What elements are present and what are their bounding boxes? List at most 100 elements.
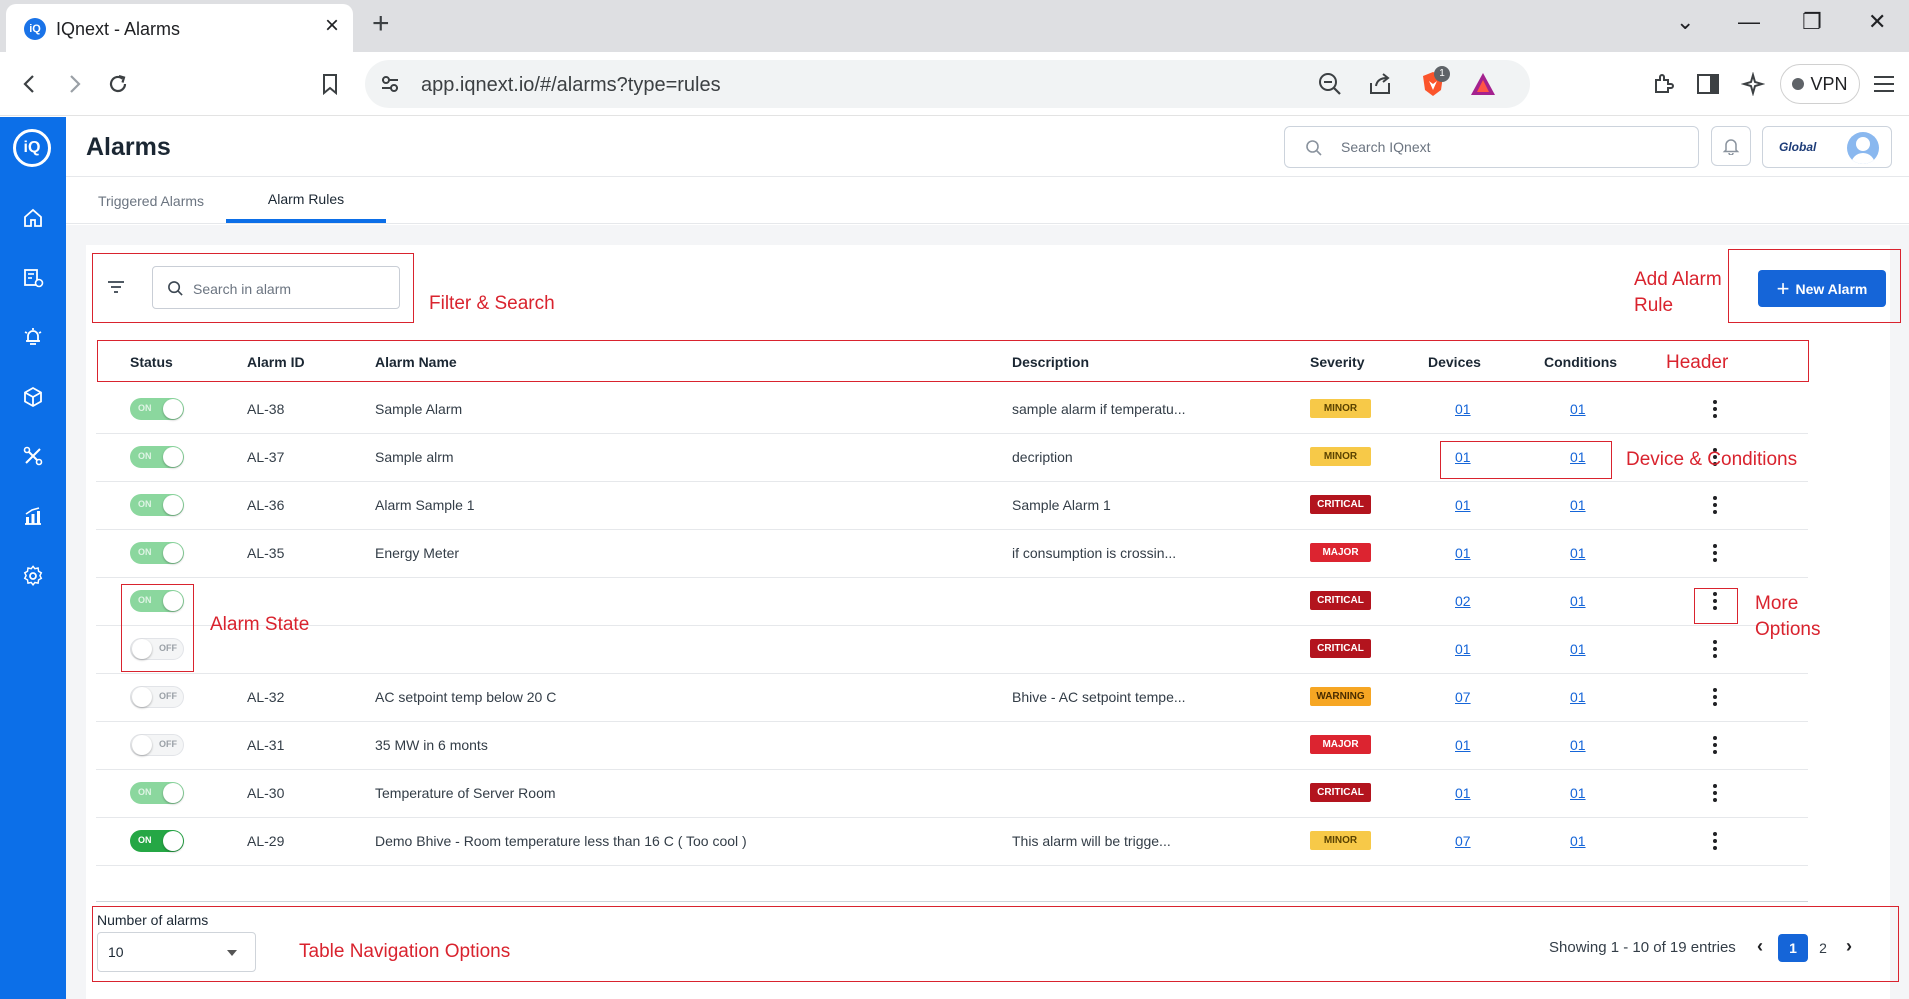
row-divider [96, 529, 1808, 530]
toggle-knob [163, 399, 183, 419]
site-settings-icon[interactable] [379, 73, 401, 100]
devices-link[interactable]: 01 [1455, 401, 1471, 417]
search-icon [1306, 140, 1322, 156]
vpn-status-icon [1792, 78, 1805, 90]
extensions-icon[interactable] [1645, 66, 1681, 102]
more-options-icon[interactable] [1705, 638, 1725, 660]
conditions-link[interactable]: 01 [1570, 593, 1586, 609]
forward-icon[interactable] [56, 66, 92, 102]
cube-icon[interactable] [13, 377, 53, 417]
address-bar[interactable]: app.iqnext.io/#/alarms?type=rules 1 [365, 60, 1530, 108]
annotation-filter-search: Filter & Search [429, 293, 555, 314]
row-divider [96, 769, 1808, 770]
home-icon[interactable] [13, 198, 53, 238]
tools-icon[interactable] [13, 436, 53, 476]
zoom-out-icon[interactable] [1317, 71, 1343, 102]
alarm-id-cell: AL-35 [247, 545, 285, 561]
status-toggle[interactable]: ON [130, 494, 184, 516]
global-search-input[interactable]: Search IQnext [1284, 126, 1699, 168]
leo-ai-icon[interactable] [1735, 66, 1771, 102]
close-tab-icon[interactable]: × [325, 14, 339, 38]
browser-tab[interactable]: iQ IQnext - Alarms × [6, 4, 353, 52]
more-options-icon[interactable] [1705, 782, 1725, 804]
status-toggle[interactable]: OFF [130, 734, 184, 756]
annotation-box-more-options [1694, 588, 1738, 624]
status-toggle[interactable]: ON [130, 830, 184, 852]
notifications-button[interactable] [1711, 126, 1751, 166]
tab-triggered-alarms[interactable]: Triggered Alarms [76, 178, 226, 223]
back-icon[interactable] [12, 66, 48, 102]
profile-button[interactable]: Global [1762, 126, 1892, 168]
devices-link[interactable]: 07 [1455, 689, 1471, 705]
description-cell: This alarm will be trigge... [1012, 833, 1171, 849]
status-toggle[interactable]: ON [130, 446, 184, 468]
conditions-link[interactable]: 01 [1570, 545, 1586, 561]
devices-link[interactable]: 01 [1455, 785, 1471, 801]
toggle-state-label: OFF [159, 739, 177, 749]
row-divider [96, 865, 1808, 866]
more-options-icon[interactable] [1705, 542, 1725, 564]
menu-icon[interactable] [1866, 66, 1902, 102]
conditions-link[interactable]: 01 [1570, 401, 1586, 417]
reload-icon[interactable] [100, 66, 136, 102]
toggle-knob [163, 831, 183, 851]
analytics-icon[interactable] [13, 496, 53, 536]
minimize-icon[interactable]: — [1738, 10, 1760, 34]
conditions-link[interactable]: 01 [1570, 833, 1586, 849]
asset-settings-icon[interactable] [13, 258, 53, 298]
annotation-box-device-conditions [1440, 441, 1612, 479]
conditions-link[interactable]: 01 [1570, 737, 1586, 753]
devices-link[interactable]: 01 [1455, 641, 1471, 657]
vpn-button[interactable]: VPN [1780, 64, 1860, 104]
new-tab-icon[interactable]: + [372, 9, 390, 39]
more-options-icon[interactable] [1705, 398, 1725, 420]
conditions-link[interactable]: 01 [1570, 497, 1586, 513]
app-header: Alarms Search IQnext Global [66, 117, 1909, 177]
brave-shields-icon[interactable]: 1 [1420, 66, 1450, 103]
alarm-name-cell: Demo Bhive - Room temperature less than … [375, 833, 747, 849]
status-toggle[interactable]: ON [130, 542, 184, 564]
severity-badge: MINOR [1310, 447, 1371, 466]
bell-icon [1722, 139, 1740, 155]
row-divider [96, 433, 1808, 434]
alarm-name-cell: Energy Meter [375, 545, 460, 561]
annotation-box-add-alarm [1728, 249, 1901, 323]
close-window-icon[interactable]: ✕ [1868, 10, 1886, 34]
status-toggle[interactable]: OFF [130, 686, 184, 708]
sidebar-toggle-icon[interactable] [1690, 66, 1726, 102]
devices-link[interactable]: 01 [1455, 737, 1471, 753]
toggle-knob [163, 543, 183, 563]
tab-search-chevron-icon[interactable]: ⌄ [1676, 10, 1694, 34]
toggle-knob [132, 687, 152, 707]
toggle-state-label: OFF [159, 691, 177, 701]
description-cell: sample alarm if temperatu... [1012, 401, 1186, 417]
alarm-id-cell: AL-37 [247, 449, 285, 465]
more-options-icon[interactable] [1705, 734, 1725, 756]
toggle-state-label: ON [138, 547, 152, 557]
status-toggle[interactable]: ON [130, 398, 184, 420]
devices-link[interactable]: 02 [1455, 593, 1471, 609]
devices-link[interactable]: 07 [1455, 833, 1471, 849]
status-toggle[interactable]: ON [130, 782, 184, 804]
settings-gear-icon[interactable] [13, 556, 53, 596]
tab-favicon-icon: iQ [24, 18, 46, 40]
more-options-icon[interactable] [1705, 830, 1725, 852]
more-options-icon[interactable] [1705, 686, 1725, 708]
conditions-link[interactable]: 01 [1570, 689, 1586, 705]
row-divider [96, 577, 1808, 578]
annotation-header: Header [1666, 352, 1729, 373]
devices-link[interactable]: 01 [1455, 545, 1471, 561]
description-cell: if consumption is crossin... [1012, 545, 1177, 561]
conditions-link[interactable]: 01 [1570, 641, 1586, 657]
more-options-icon[interactable] [1705, 494, 1725, 516]
conditions-link[interactable]: 01 [1570, 785, 1586, 801]
row-divider [96, 481, 1808, 482]
iqnext-logo[interactable]: iQ [13, 129, 51, 167]
alarms-icon[interactable] [13, 317, 53, 357]
share-icon[interactable] [1367, 71, 1393, 102]
bookmark-icon[interactable] [312, 66, 348, 102]
devices-link[interactable]: 01 [1455, 497, 1471, 513]
brave-rewards-icon[interactable] [1469, 71, 1497, 102]
tab-alarm-rules[interactable]: Alarm Rules [226, 178, 386, 223]
restore-icon[interactable]: ❐ [1802, 10, 1822, 34]
